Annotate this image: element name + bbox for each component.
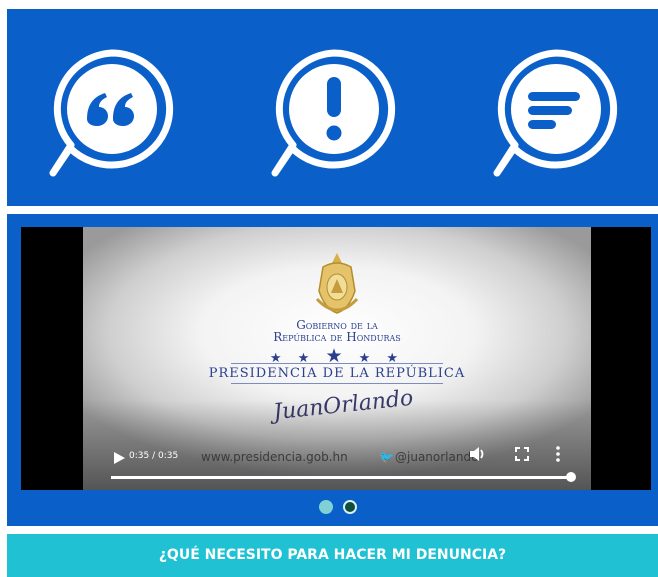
quote-bubble-icon[interactable] xyxy=(49,49,175,177)
play-icon[interactable] xyxy=(113,449,125,468)
more-options-icon[interactable] xyxy=(555,446,561,466)
carousel-dot-1[interactable] xyxy=(319,500,333,514)
carousel-dot-2[interactable] xyxy=(343,500,358,514)
volume-icon[interactable] xyxy=(469,446,487,466)
exclamation-bubble-icon[interactable] xyxy=(271,49,397,177)
icon-panel xyxy=(7,9,658,206)
carousel-dots xyxy=(319,499,362,518)
divider-bottom xyxy=(231,383,443,384)
text-lines-bubble-icon[interactable] xyxy=(493,49,619,177)
gov-line-2: República de Honduras xyxy=(273,330,401,344)
video-player[interactable]: Gobierno de la República de Honduras ★ ★… xyxy=(21,227,651,490)
presidency-title: PRESIDENCIA DE LA REPÚBLICA xyxy=(208,366,466,381)
progress-knob[interactable] xyxy=(566,472,576,482)
fullscreen-icon[interactable] xyxy=(515,446,529,465)
progress-bar[interactable] xyxy=(111,476,571,479)
denuncia-requirements-button[interactable]: ¿QUÉ NECESITO PARA HACER MI DENUNCIA? xyxy=(7,534,658,577)
video-time: 0:35 / 0:35 xyxy=(129,451,179,461)
video-panel: Gobierno de la República de Honduras ★ ★… xyxy=(7,214,658,526)
honduras-seal-icon xyxy=(309,251,365,319)
divider-top xyxy=(231,363,443,364)
twitter-bird-icon: 🐦 xyxy=(379,450,394,464)
website-watermark: www.presidencia.gob.hn xyxy=(201,450,348,464)
twitter-watermark: @juanorlando xyxy=(395,450,479,464)
